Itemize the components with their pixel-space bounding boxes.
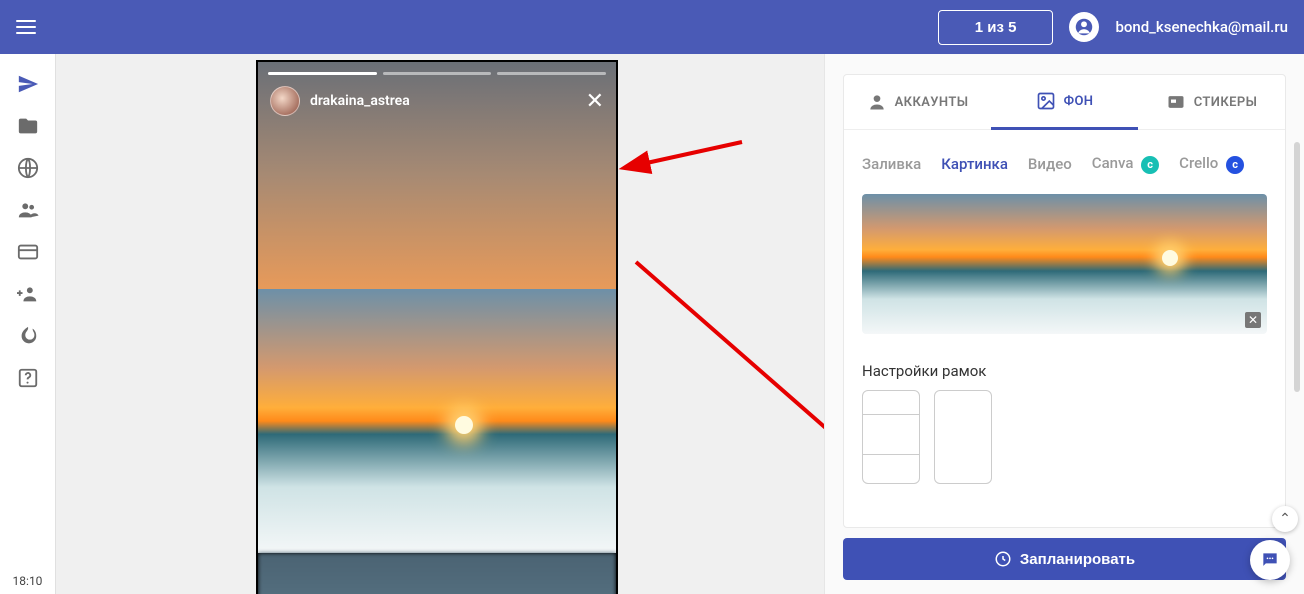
add-user-icon[interactable] — [8, 276, 48, 312]
fire-icon[interactable] — [8, 318, 48, 354]
panel-tabs: АККАУНТЫ ФОН СТИКЕРЫ — [844, 75, 1285, 130]
canva-badge-icon: c — [1141, 156, 1159, 174]
close-icon[interactable]: ✕ — [586, 89, 604, 114]
avatar[interactable] — [1069, 12, 1099, 42]
subtab-video[interactable]: Видео — [1028, 155, 1072, 173]
subtab-canva[interactable]: Canva c — [1092, 154, 1159, 174]
frame-option-split[interactable] — [862, 390, 920, 484]
folder-icon[interactable] — [8, 108, 48, 144]
send-icon[interactable] — [8, 66, 48, 102]
crello-badge-icon: c — [1226, 156, 1244, 174]
subtab-label: Canva — [1092, 154, 1134, 172]
frame-option-full[interactable] — [934, 390, 992, 484]
tab-accounts[interactable]: АККАУНТЫ — [844, 75, 991, 129]
subtab-fill[interactable]: Заливка — [862, 155, 921, 173]
delete-icon[interactable]: ✕ — [1245, 312, 1261, 328]
subtab-image[interactable]: Картинка — [941, 155, 1008, 173]
top-bar: 1 из 5 bond_ksenechka@mail.ru — [0, 0, 1304, 54]
story-username: drakaina_astrea — [310, 93, 410, 109]
story-counter-button[interactable]: 1 из 5 — [938, 10, 1054, 45]
schedule-button[interactable]: Запланировать — [843, 538, 1286, 580]
user-email[interactable]: bond_ksenechka@mail.ru — [1115, 18, 1288, 36]
tab-label: ФОН — [1064, 94, 1094, 109]
menu-icon[interactable] — [16, 15, 40, 39]
sidebar: 18:10 — [0, 54, 56, 594]
right-panel: АККАУНТЫ ФОН СТИКЕРЫ Заливка Картинка Ви… — [824, 54, 1304, 594]
scroll-up-icon[interactable]: ⌃ — [1272, 506, 1298, 532]
background-thumbnail[interactable]: ✕ — [862, 194, 1267, 334]
story-preview[interactable]: drakaina_astrea ✕ — [256, 60, 618, 594]
subtab-crello[interactable]: Crello c — [1179, 154, 1244, 174]
globe-icon[interactable] — [8, 150, 48, 186]
tab-background[interactable]: ФОН — [991, 75, 1138, 130]
background-subtabs: Заливка Картинка Видео Canva c Crello c — [844, 130, 1285, 186]
schedule-label: Запланировать — [1020, 551, 1135, 568]
frames-title: Настройки рамок — [844, 346, 1285, 390]
story-progress — [268, 72, 606, 75]
users-icon[interactable] — [8, 192, 48, 228]
clock-time: 18:10 — [13, 568, 43, 594]
help-icon[interactable] — [8, 360, 48, 396]
canvas-area: drakaina_astrea ✕ — [56, 54, 824, 594]
tab-stickers[interactable]: СТИКЕРЫ — [1138, 75, 1285, 129]
annotation-arrow — [632, 134, 752, 178]
card-icon[interactable] — [8, 234, 48, 270]
chat-icon[interactable] — [1250, 540, 1290, 580]
annotation-arrow — [626, 254, 856, 458]
story-avatar — [270, 86, 300, 116]
tab-label: СТИКЕРЫ — [1194, 95, 1258, 110]
tab-label: АККАУНТЫ — [895, 95, 969, 110]
scrollbar[interactable] — [1292, 142, 1302, 532]
subtab-label: Crello — [1179, 154, 1218, 172]
